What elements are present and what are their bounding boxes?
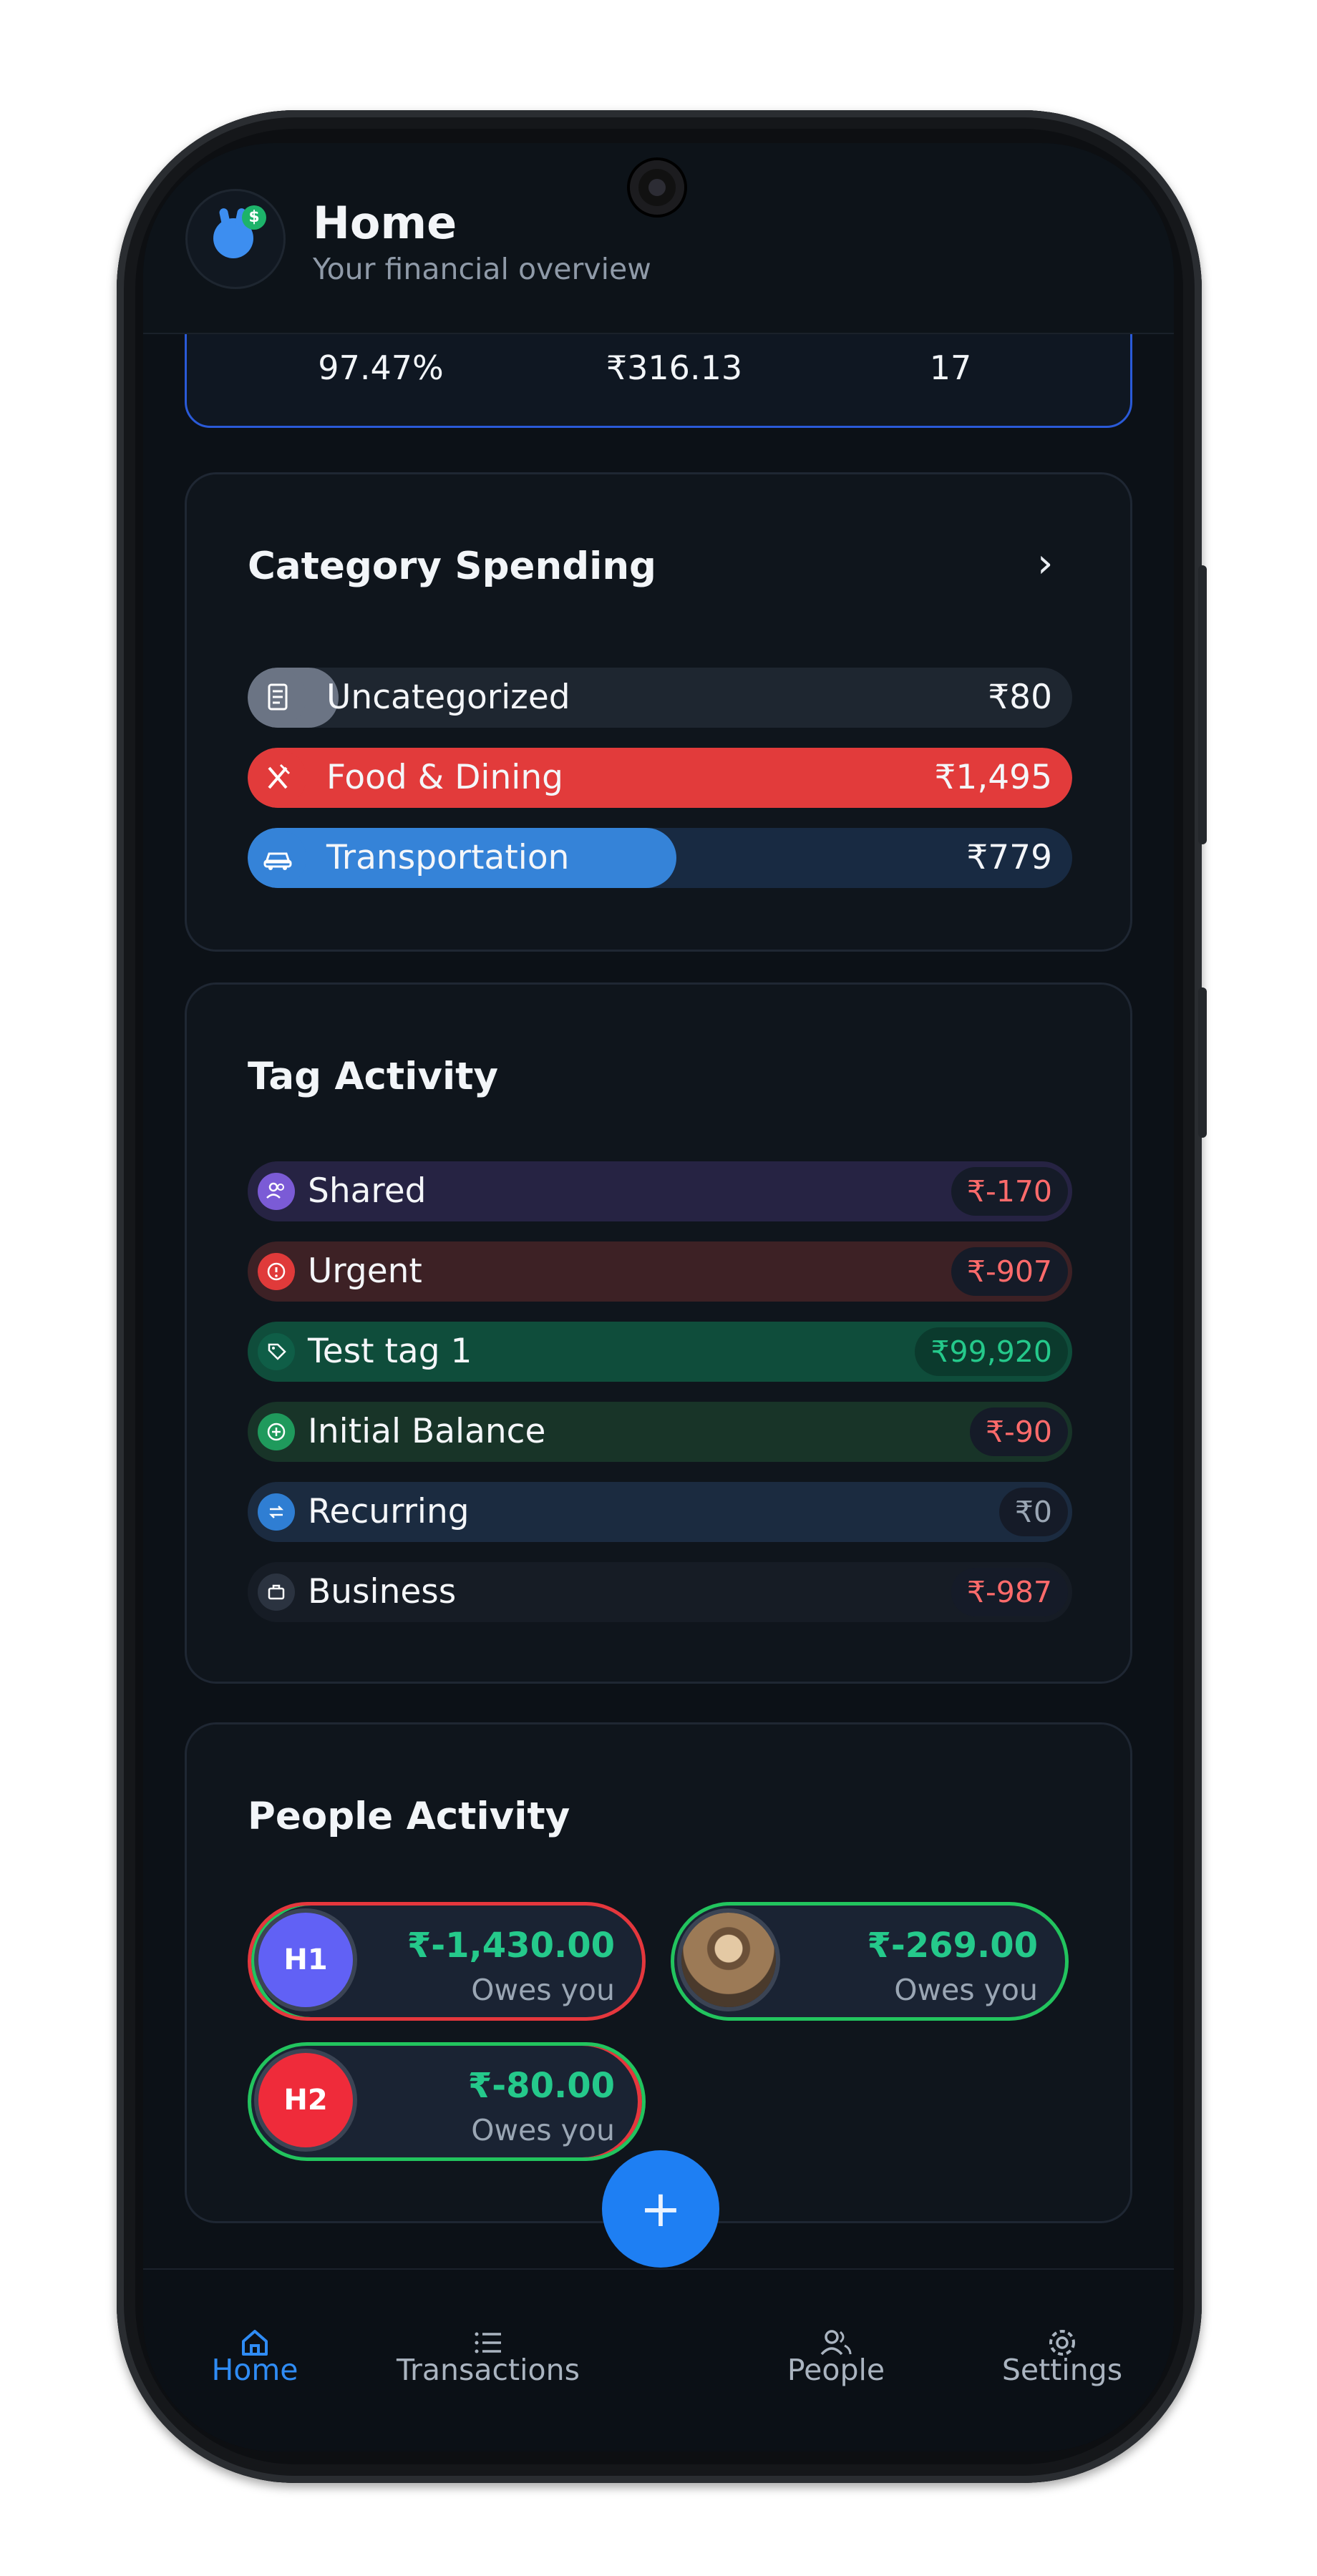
plus-circle-icon: [258, 1413, 295, 1450]
tag-amount: ₹-907: [951, 1247, 1068, 1296]
category-label: Uncategorized: [326, 678, 570, 717]
nav-item-settings[interactable]: Settings: [955, 2270, 1170, 2451]
people-activity-card: People Activity H1 ₹-1,430.00 Owes you ₹…: [185, 1722, 1132, 2223]
car-icon: [249, 829, 306, 887]
tag-amount: ₹-987: [951, 1568, 1068, 1616]
tag-row-recurring[interactable]: Recurring ₹0: [248, 1482, 1072, 1542]
tag-label: Business: [308, 1572, 457, 1611]
tag-activity-card: Tag Activity Shared ₹-170 Urgent ₹-907 T…: [185, 982, 1132, 1684]
tag-amount: ₹-170: [951, 1167, 1068, 1216]
category-spending-card: Category Spending › Uncategorized ₹80 Fo…: [185, 472, 1132, 952]
category-bar-uncategorized[interactable]: Uncategorized ₹80: [248, 668, 1072, 728]
briefcase-icon: [258, 1574, 295, 1611]
category-bar-food-dining[interactable]: Food & Dining ₹1,495: [248, 748, 1072, 808]
volume-button: [1198, 565, 1207, 844]
avatar: H2: [258, 2053, 353, 2147]
nav-item-home[interactable]: Home: [147, 2270, 362, 2451]
chevron-right-icon[interactable]: ›: [1037, 540, 1053, 587]
repeat-icon: [258, 1493, 295, 1531]
page-title: Home: [313, 197, 457, 249]
tag-amount: ₹99,920: [915, 1327, 1068, 1376]
category-label: Food & Dining: [326, 758, 563, 797]
person-amount: ₹-80.00: [467, 2066, 615, 2106]
app-screen: $ Home Your financial overview 97.47% ₹3…: [143, 143, 1174, 2451]
person-status: Owes you: [471, 2113, 615, 2147]
utensils-icon: [249, 749, 306, 806]
person-amount: ₹-1,430.00: [407, 1926, 615, 1966]
nav-label: People: [787, 2353, 885, 2387]
stat-transaction-count: 17: [929, 348, 972, 387]
users-icon: [258, 1173, 295, 1210]
tag-icon: [258, 1333, 295, 1370]
tag-amount: ₹0: [998, 1488, 1068, 1536]
tag-label: Urgent: [308, 1252, 422, 1291]
category-amount: ₹779: [966, 838, 1052, 877]
category-label: Transportation: [326, 838, 570, 877]
tag-row-urgent[interactable]: Urgent ₹-907: [248, 1241, 1072, 1302]
dollar-coin-icon: $: [242, 205, 266, 230]
category-amount: ₹1,495: [934, 758, 1052, 797]
person-chip-photo[interactable]: ₹-269.00 Owes you: [671, 1902, 1069, 2021]
tag-activity-title: Tag Activity: [248, 1055, 499, 1098]
app-logo[interactable]: $: [185, 189, 286, 289]
nav-item-people[interactable]: People: [729, 2270, 943, 2451]
nav-label: Settings: [1001, 2353, 1123, 2387]
category-amount: ₹80: [988, 678, 1052, 717]
tag-row-shared[interactable]: Shared ₹-170: [248, 1161, 1072, 1221]
bottom-nav: Home Transactions People Settings: [143, 2268, 1174, 2451]
person-chip-h1[interactable]: H1 ₹-1,430.00 Owes you: [248, 1902, 646, 2021]
add-transaction-button[interactable]: +: [602, 2150, 719, 2268]
power-button: [1198, 987, 1207, 1138]
tag-label: Shared: [308, 1171, 427, 1211]
stat-avg-daily: ₹316.13: [606, 348, 743, 387]
person-status: Owes you: [471, 1973, 615, 2007]
tag-row-initial-balance[interactable]: Initial Balance ₹-90: [248, 1402, 1072, 1462]
category-spending-title: Category Spending: [248, 545, 656, 588]
category-bar-transportation[interactable]: Transportation ₹779: [248, 828, 1072, 888]
tag-label: Recurring: [308, 1492, 470, 1531]
alert-icon: [258, 1253, 295, 1290]
avatar: H1: [258, 1913, 353, 2007]
tag-label: Test tag 1: [308, 1332, 472, 1371]
nav-item-transactions[interactable]: Transactions: [381, 2270, 596, 2451]
people-activity-title: People Activity: [248, 1795, 570, 1838]
tag-label: Initial Balance: [308, 1412, 546, 1451]
avatar-photo: [681, 1913, 776, 2007]
tag-row-business[interactable]: Business ₹-987: [248, 1562, 1072, 1622]
nav-label: Home: [211, 2353, 298, 2387]
tag-row-test-tag-1[interactable]: Test tag 1 ₹99,920: [248, 1322, 1072, 1382]
person-amount: ₹-269.00: [867, 1926, 1038, 1966]
receipt-icon: [249, 669, 306, 726]
page-subtitle: Your financial overview: [313, 252, 651, 286]
nav-label: Transactions: [397, 2353, 580, 2387]
stat-savings-rate: 97.47%: [318, 348, 444, 387]
person-chip-h2[interactable]: H2 ₹-80.00 Owes you: [248, 2042, 646, 2161]
tag-amount: ₹-90: [969, 1407, 1068, 1456]
person-status: Owes you: [894, 1973, 1038, 2007]
front-camera: [630, 160, 684, 215]
